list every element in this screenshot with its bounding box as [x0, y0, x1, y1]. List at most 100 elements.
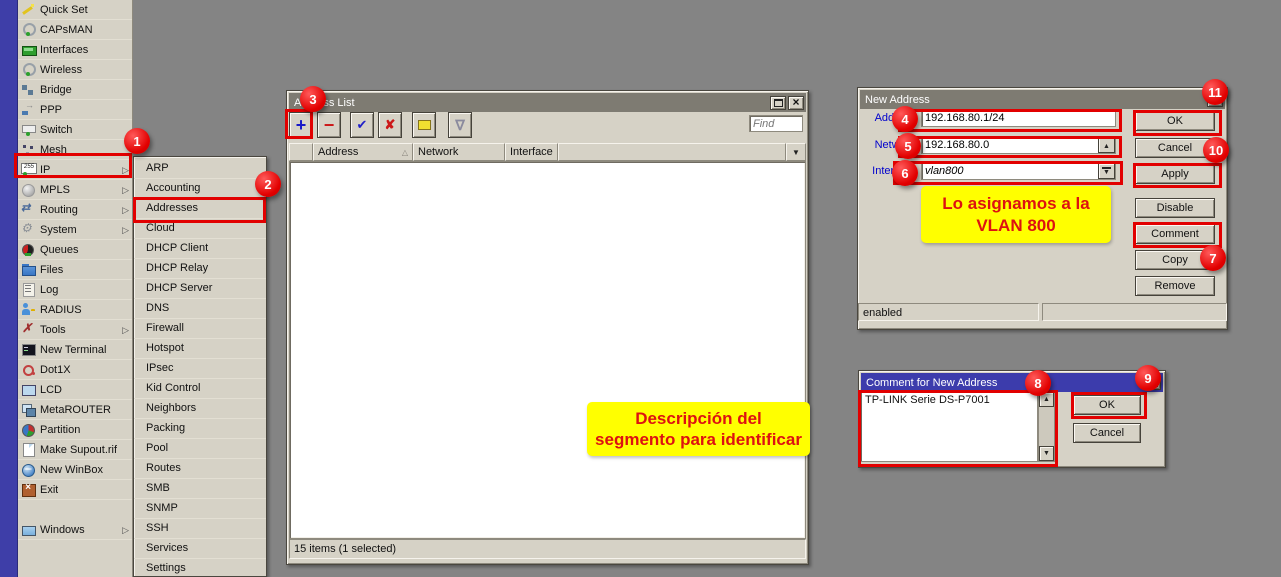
enable-button[interactable]: [350, 112, 374, 138]
ip-submenu-item-routes[interactable]: Routes: [134, 459, 266, 479]
windows-icon: [21, 523, 36, 537]
column-label: Address: [318, 146, 358, 158]
ip-submenu-item-pool[interactable]: Pool: [134, 439, 266, 459]
address-list-toolbar: [289, 112, 472, 138]
interface-dropdown-button[interactable]: [1098, 163, 1115, 179]
column-header-network[interactable]: Network: [413, 143, 505, 161]
ip-submenu-item-ipsec[interactable]: IPsec: [134, 359, 266, 379]
ip-submenu-item-ssh[interactable]: SSH: [134, 519, 266, 539]
sidebar-item-interfaces[interactable]: Interfaces: [18, 40, 132, 60]
ip-submenu-item-settings[interactable]: Settings: [134, 559, 266, 577]
column-menu-button[interactable]: [786, 143, 806, 161]
sidebar-item-routing[interactable]: Routing: [18, 200, 132, 220]
annotation-note-description: Descripción del segmento para identifica…: [587, 402, 810, 456]
find-input[interactable]: [749, 115, 803, 132]
remove-button[interactable]: [317, 112, 341, 138]
ip-submenu-item-firewall[interactable]: Firewall: [134, 319, 266, 339]
sidebar-item-label: New WinBox: [40, 464, 103, 476]
ip-submenu-item-addresses[interactable]: Addresses: [134, 199, 266, 219]
column-header-address[interactable]: Address: [313, 143, 413, 161]
maximize-button[interactable]: [770, 96, 786, 110]
apply-button[interactable]: Apply: [1135, 164, 1215, 184]
sidebar-item-label: Exit: [40, 484, 58, 496]
sidebar-item-ppp[interactable]: PPP: [18, 100, 132, 120]
sidebar-item-capsman[interactable]: CAPsMAN: [18, 20, 132, 40]
comment-ok-button[interactable]: OK: [1073, 395, 1141, 415]
sidebar-item-partition[interactable]: Partition: [18, 420, 132, 440]
sidebar-menu: Quick Set CAPsMAN Interfaces Wireless Br…: [18, 0, 133, 577]
ip-submenu-item-packing[interactable]: Packing: [134, 419, 266, 439]
sidebar-item-mpls[interactable]: MPLS: [18, 180, 132, 200]
add-button[interactable]: [289, 112, 313, 138]
ip-submenu-item-cloud[interactable]: Cloud: [134, 219, 266, 239]
sidebar-item-queues[interactable]: Queues: [18, 240, 132, 260]
ip-submenu-item-smb[interactable]: SMB: [134, 479, 266, 499]
sidebar-item-ip[interactable]: IP: [18, 160, 132, 180]
status-text: enabled: [863, 307, 902, 319]
network-input[interactable]: [921, 136, 1116, 154]
wireless-icon: [21, 63, 36, 77]
sidebar-item-quick-set[interactable]: Quick Set: [18, 0, 132, 20]
sidebar-item-mesh[interactable]: Mesh: [18, 140, 132, 160]
ip-submenu-item-arp[interactable]: ARP: [134, 159, 266, 179]
remove-button[interactable]: Remove: [1135, 276, 1215, 296]
sidebar-item-wireless[interactable]: Wireless: [18, 60, 132, 80]
sidebar-item-label: Partition: [40, 424, 80, 436]
ip-submenu-item-dhcp-client[interactable]: DHCP Client: [134, 239, 266, 259]
sidebar-item-label: RADIUS: [40, 304, 82, 316]
close-icon: [792, 96, 799, 109]
comment-toolbar-button[interactable]: [412, 112, 436, 138]
ip-submenu-item-kid-control[interactable]: Kid Control: [134, 379, 266, 399]
comment-button[interactable]: Comment: [1135, 224, 1215, 244]
sidebar-item-system[interactable]: System: [18, 220, 132, 240]
comment-textarea[interactable]: TP-LINK Serie DS-P7001: [860, 391, 1038, 462]
comment-dialog-titlebar[interactable]: Comment for New Address: [861, 373, 1163, 392]
enabled-status: enabled: [858, 303, 1039, 321]
sidebar-item-switch[interactable]: Switch: [18, 120, 132, 140]
disable-button[interactable]: [378, 112, 402, 138]
ok-button[interactable]: OK: [1135, 111, 1215, 131]
ip-submenu-item-dns[interactable]: DNS: [134, 299, 266, 319]
address-input[interactable]: [921, 109, 1116, 127]
ip-submenu-item-dhcp-server[interactable]: DHCP Server: [134, 279, 266, 299]
filter-button[interactable]: [448, 112, 472, 138]
comment-cancel-button[interactable]: Cancel: [1073, 423, 1141, 443]
step-badge-2: 2: [255, 171, 281, 197]
step-badge-5: 5: [895, 133, 921, 159]
ip-submenu-item-dhcp-relay[interactable]: DHCP Relay: [134, 259, 266, 279]
sidebar-item-tools[interactable]: Tools: [18, 320, 132, 340]
ip-submenu-item-services[interactable]: Services: [134, 539, 266, 559]
close-button[interactable]: [788, 96, 804, 110]
submenu-arrow-icon: [122, 184, 132, 196]
sidebar-item-label: IP: [40, 164, 50, 176]
disable-icon: [385, 117, 396, 133]
comment-scrollbar[interactable]: [1038, 391, 1055, 462]
sidebar-item-new-terminal[interactable]: New Terminal: [18, 340, 132, 360]
sidebar-item-log[interactable]: Log: [18, 280, 132, 300]
sidebar-item-radius[interactable]: RADIUS: [18, 300, 132, 320]
column-header-interface[interactable]: Interface: [505, 143, 558, 161]
sidebar-item-files[interactable]: Files: [18, 260, 132, 280]
sidebar-item-dot1x[interactable]: Dot1X: [18, 360, 132, 380]
ip-submenu-item-snmp[interactable]: SNMP: [134, 499, 266, 519]
network-up-button[interactable]: [1098, 137, 1115, 153]
ip-submenu-item-hotspot[interactable]: Hotspot: [134, 339, 266, 359]
sidebar-item-lcd[interactable]: LCD: [18, 380, 132, 400]
winbox-globe-icon: [21, 463, 36, 477]
address-list-titlebar[interactable]: Address List: [289, 93, 806, 112]
sidebar-item-metarouter[interactable]: MetaROUTER: [18, 400, 132, 420]
interface-select-input[interactable]: [921, 162, 1116, 180]
scroll-down-icon[interactable]: [1039, 446, 1054, 461]
sidebar-item-label: Make Supout.rif: [40, 444, 117, 456]
address-list-body[interactable]: [289, 161, 806, 539]
disable-button[interactable]: Disable: [1135, 198, 1215, 218]
ip-submenu-item-neighbors[interactable]: Neighbors: [134, 399, 266, 419]
sidebar-item-windows[interactable]: Windows: [18, 520, 132, 540]
selector-column-header[interactable]: [289, 143, 313, 161]
new-address-titlebar[interactable]: New Address: [860, 90, 1225, 109]
ip-submenu-item-accounting[interactable]: Accounting: [134, 179, 266, 199]
sidebar-item-bridge[interactable]: Bridge: [18, 80, 132, 100]
sidebar-item-make-supout[interactable]: Make Supout.rif: [18, 440, 132, 460]
sidebar-item-exit[interactable]: Exit: [18, 480, 132, 500]
sidebar-item-new-winbox[interactable]: New WinBox: [18, 460, 132, 480]
